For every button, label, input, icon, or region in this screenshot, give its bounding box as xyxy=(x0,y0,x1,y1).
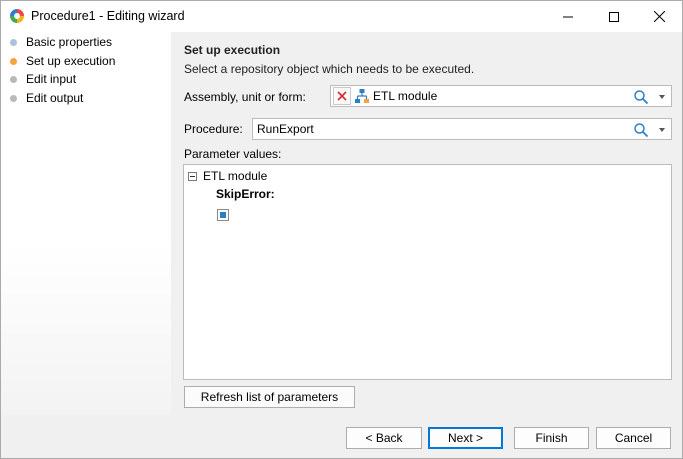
skiperror-checkbox[interactable] xyxy=(217,209,229,221)
procedure-combo[interactable]: RunExport xyxy=(252,118,672,140)
section-title: Set up execution xyxy=(184,43,281,57)
assembly-value: ETL module xyxy=(373,89,438,103)
maximize-icon xyxy=(609,11,619,22)
refresh-parameters-button[interactable]: Refresh list of parameters xyxy=(184,386,355,408)
close-button[interactable] xyxy=(636,1,682,32)
etl-module-icon xyxy=(355,89,369,103)
editing-wizard-window: Procedure1 - Editing wizard Basic proper… xyxy=(0,0,683,459)
nav-item-edit-output[interactable]: Edit output xyxy=(10,89,83,107)
step-status-dot xyxy=(10,38,17,46)
next-button[interactable]: Next > xyxy=(428,427,503,449)
back-button[interactable]: < Back xyxy=(346,427,422,449)
nav-item-label: Set up execution xyxy=(26,54,116,68)
close-icon xyxy=(653,11,665,22)
collapse-toggle-icon[interactable] xyxy=(188,172,197,181)
finish-button[interactable]: Finish xyxy=(514,427,589,449)
step-status-dot xyxy=(10,94,17,102)
nav-item-basic-properties[interactable]: Basic properties xyxy=(10,33,112,51)
assembly-combo[interactable]: ETL module xyxy=(330,85,672,107)
assembly-label: Assembly, unit or form: xyxy=(184,90,306,104)
window-title: Procedure1 - Editing wizard xyxy=(31,9,185,23)
procedure-label: Procedure: xyxy=(184,122,243,136)
clear-x-icon xyxy=(337,91,347,101)
cancel-button[interactable]: Cancel xyxy=(596,427,671,449)
search-icon[interactable] xyxy=(633,122,649,138)
step-status-dot xyxy=(10,57,17,65)
wizard-footer: < Back Next > Finish Cancel xyxy=(1,415,682,458)
title-bar: Procedure1 - Editing wizard xyxy=(1,1,682,32)
chevron-down-icon[interactable] xyxy=(659,128,665,132)
nav-item-label: Edit input xyxy=(26,72,77,86)
app-logo-icon xyxy=(10,9,24,23)
procedure-value: RunExport xyxy=(257,122,314,136)
maximize-button[interactable] xyxy=(591,1,637,32)
chevron-down-icon[interactable] xyxy=(659,95,665,99)
wizard-steps-nav: Basic properties Set up execution Edit i… xyxy=(1,32,171,415)
nav-item-label: Edit output xyxy=(26,91,84,105)
nav-item-edit-input[interactable]: Edit input xyxy=(10,70,76,88)
nav-item-label: Basic properties xyxy=(26,35,113,49)
clear-selection-button[interactable] xyxy=(333,87,351,105)
tree-node-etl-module[interactable]: ETL module xyxy=(203,169,267,183)
nav-item-set-up-execution[interactable]: Set up execution xyxy=(10,52,115,70)
section-description: Select a repository object which needs t… xyxy=(184,62,475,76)
parameter-name: SkipError: xyxy=(216,187,275,201)
search-icon[interactable] xyxy=(633,89,649,105)
main-pane: Set up execution Select a repository obj… xyxy=(171,32,682,415)
minimize-button[interactable] xyxy=(545,1,591,32)
step-status-dot xyxy=(10,75,17,83)
minimize-icon xyxy=(563,16,573,17)
parameter-values-label: Parameter values: xyxy=(184,147,282,161)
parameter-tree[interactable]: ETL module SkipError: xyxy=(183,164,672,380)
